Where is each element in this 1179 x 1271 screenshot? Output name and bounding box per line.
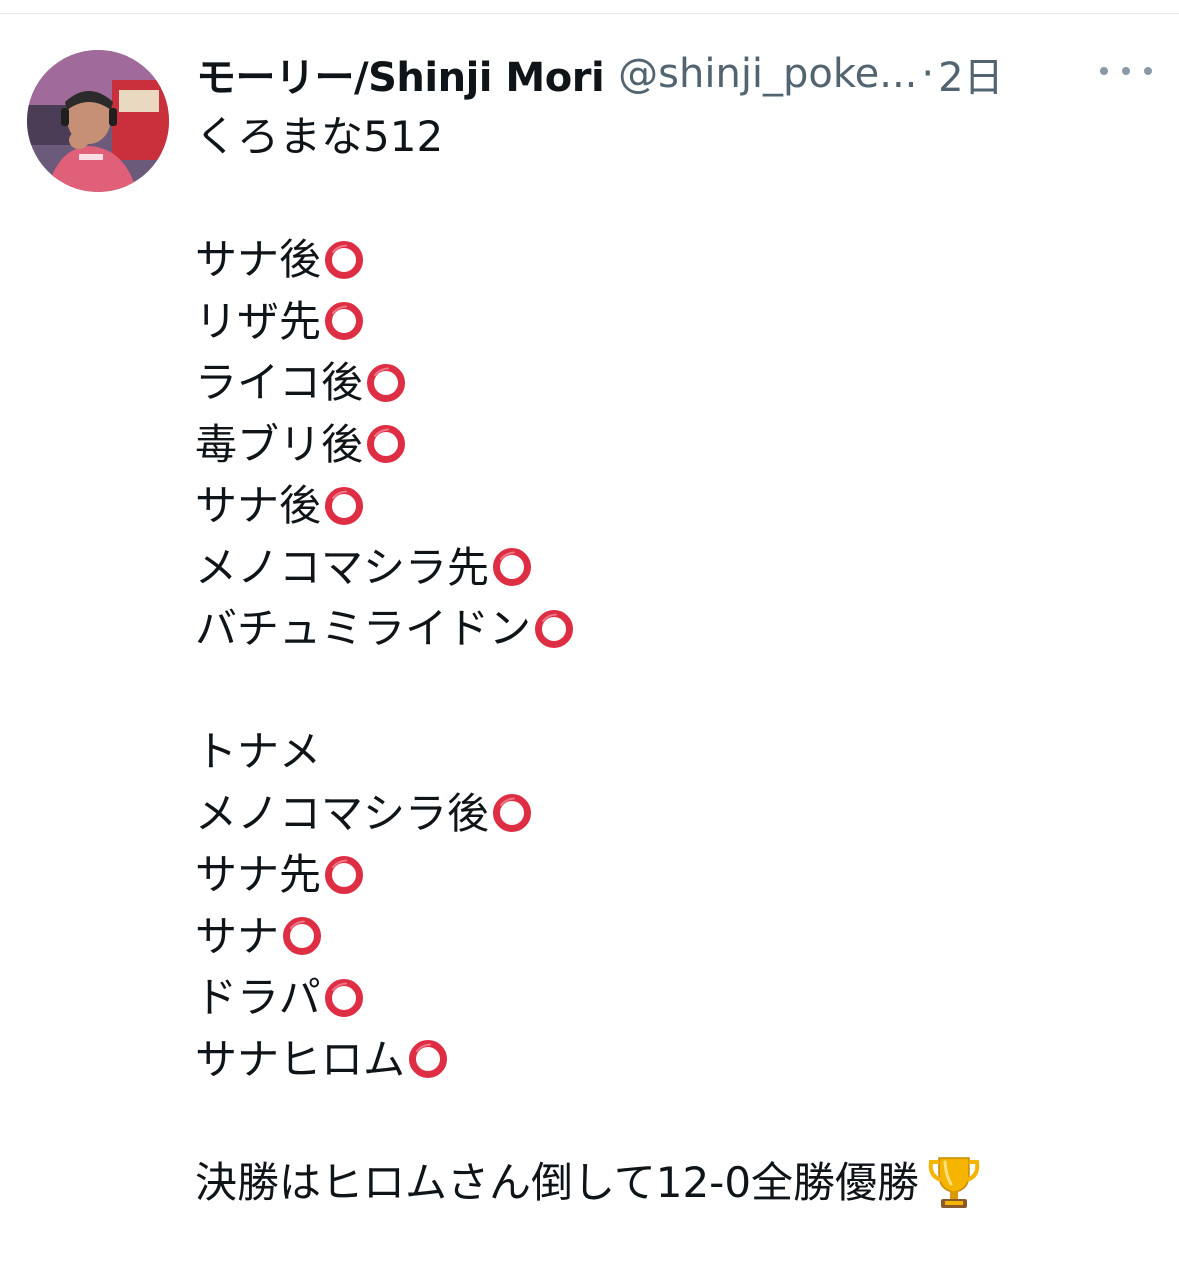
tweet-line: サナ後 xyxy=(195,229,1135,291)
heavy-large-circle-icon xyxy=(366,363,406,403)
tweet-line-text: サナ xyxy=(195,911,280,961)
tweet-line: メノコマシラ先 xyxy=(195,537,1135,599)
user-avatar-icon xyxy=(27,50,169,192)
heavy-large-circle-icon xyxy=(534,609,574,649)
tweet-text: くろまな512 サナ後 リザ先 ライコ後 毒ブリ後 サナ後 メノコマシラ先 バチュミライドント… xyxy=(195,106,1135,1213)
tweet-line-text: サナ先 xyxy=(195,850,322,899)
header-separator: · xyxy=(921,51,935,97)
more-options-button[interactable] xyxy=(1100,56,1152,86)
heavy-large-circle-icon xyxy=(324,855,364,895)
tweet-line: くろまな512 xyxy=(195,106,1135,168)
tweet-line-text: リザ先 xyxy=(195,296,322,346)
heavy-large-circle-icon xyxy=(324,301,364,341)
tweet-line: 毒ブリ後 xyxy=(195,414,1135,476)
author-handle[interactable]: @shinji_poke... xyxy=(618,51,917,97)
tweet-line: ライコ後 xyxy=(195,352,1135,414)
tweet-line: サナ xyxy=(195,906,1135,968)
tweet-header: モーリー/Shinji Mori @shinji_poke... · 2日 xyxy=(196,44,1156,104)
more-horizontal-icon xyxy=(1144,67,1152,75)
tweet-line-text: トナメ xyxy=(195,727,322,776)
tweet-line-text: サナ後 xyxy=(195,235,322,284)
heavy-large-circle-icon xyxy=(324,486,364,526)
tweet-line-text: サナヒロム xyxy=(195,1034,406,1084)
tweet-line: サナ先 xyxy=(195,844,1135,906)
heavy-large-circle-icon xyxy=(492,793,532,833)
heavy-large-circle-icon xyxy=(408,1039,448,1079)
heavy-large-circle-icon xyxy=(492,547,532,587)
author-display-name[interactable]: モーリー/Shinji Mori xyxy=(196,45,605,103)
tweet-top-divider xyxy=(0,13,1179,14)
tweet-line: メノコマシラ後 xyxy=(195,783,1135,845)
tweet-line-text: メノコマシラ先 xyxy=(195,542,490,592)
tweet-line-text: ライコ後 xyxy=(195,358,364,407)
tweet-line-text: サナ後 xyxy=(195,481,322,530)
tweet-line: トナメ xyxy=(195,721,1135,783)
tweet-line: バチュミライドン xyxy=(195,598,1135,660)
tweet-line: サナ後 xyxy=(195,475,1135,537)
tweet-line: 決勝はヒロムさん倒して12-0全勝優勝 xyxy=(195,1152,1135,1214)
tweet-line: リザ先 xyxy=(195,291,1135,353)
trophy-icon xyxy=(925,1152,983,1212)
tweet-line-text: メノコマシラ後 xyxy=(195,788,490,838)
heavy-large-circle-icon xyxy=(282,916,322,956)
tweet-line-text: バチュミライドン xyxy=(195,604,532,653)
more-horizontal-icon xyxy=(1122,67,1130,75)
more-horizontal-icon xyxy=(1100,67,1108,75)
tweet-line-text: 毒ブリ後 xyxy=(195,419,364,469)
heavy-large-circle-icon xyxy=(324,978,364,1018)
tweet-line: サナヒロム xyxy=(195,1029,1135,1091)
heavy-large-circle-icon xyxy=(366,424,406,464)
tweet-line-text: 決勝はヒロムさん倒して12-0全勝優勝 xyxy=(195,1157,920,1207)
author-avatar[interactable] xyxy=(27,50,169,192)
tweet-line-text: くろまな512 xyxy=(195,112,444,161)
tweet-line-text: ドラパ xyxy=(195,973,321,1022)
heavy-large-circle-icon xyxy=(324,240,364,280)
tweet-timestamp[interactable]: 2日 xyxy=(938,45,1003,103)
tweet-line: ドラパ xyxy=(195,967,1135,1029)
